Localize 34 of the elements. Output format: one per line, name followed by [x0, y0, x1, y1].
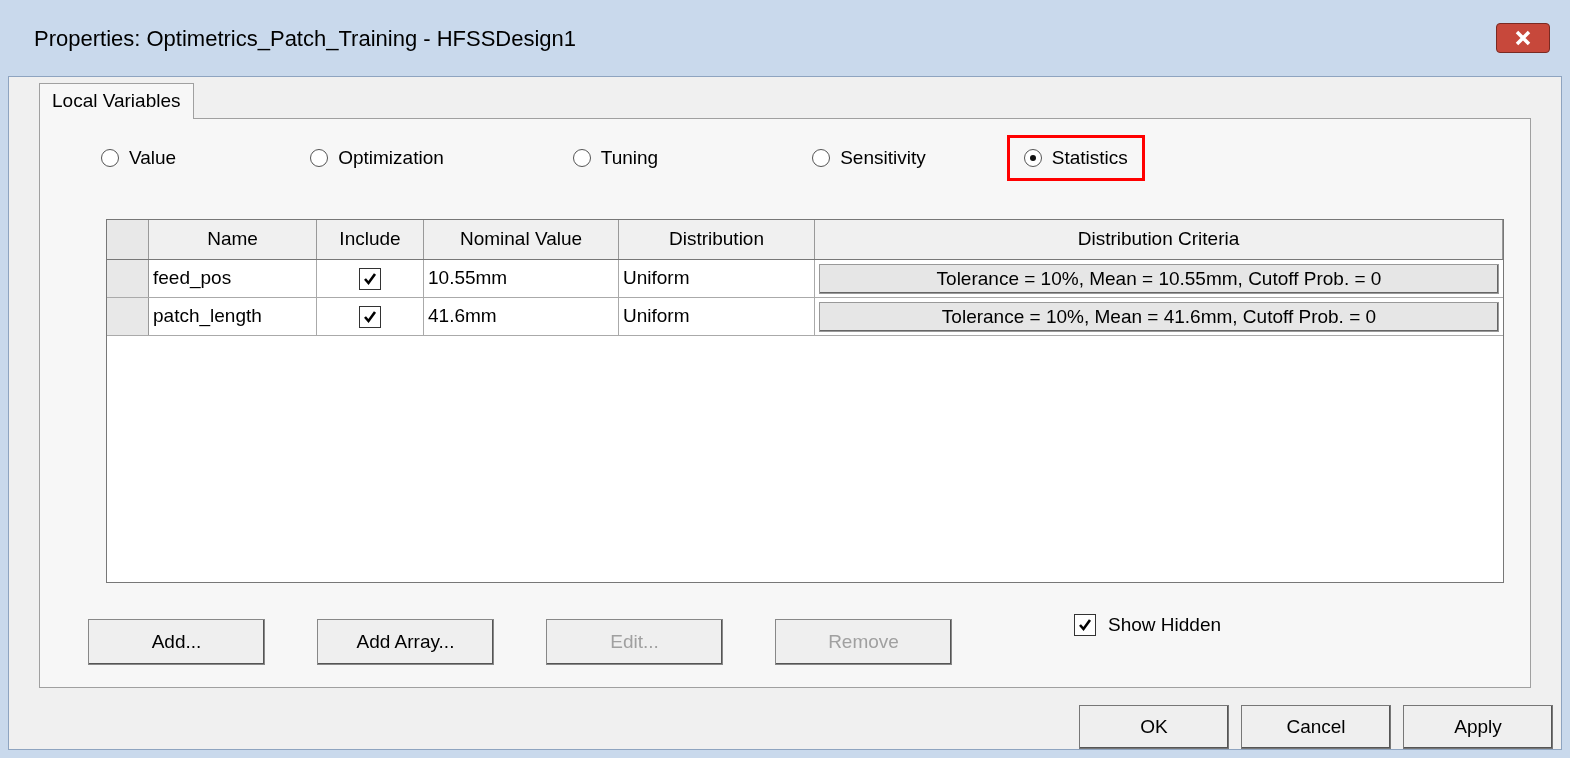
column-header: Distribution [619, 220, 815, 259]
table-cell: patch_length [149, 298, 317, 335]
table-cell: Uniform [619, 298, 815, 335]
dialog-button[interactable]: OK [1079, 705, 1229, 749]
window-title: Properties: Optimetrics_Patch_Training - HFSSDesign1 [34, 24, 577, 53]
close-button[interactable] [1496, 23, 1550, 53]
check-icon [1078, 618, 1092, 633]
check-icon [363, 309, 377, 324]
close-icon [1514, 30, 1532, 46]
radio-option[interactable]: Optimization [293, 134, 461, 182]
tab[interactable]: Local Variables [39, 83, 194, 119]
show-hidden-checkbox[interactable] [1074, 614, 1096, 637]
radio-option[interactable]: Tuning [555, 134, 676, 182]
table-cell: 10.55mm [424, 260, 619, 297]
action-button[interactable]: Add... [88, 619, 265, 665]
table-cell: 41.6mm [424, 298, 619, 335]
check-icon [363, 271, 377, 286]
column-header: Include [317, 220, 424, 259]
column-header: Nominal Value [424, 220, 619, 259]
radio-option[interactable]: Value [84, 134, 194, 182]
action-button[interactable]: Add Array... [317, 619, 494, 665]
checkbox[interactable] [359, 305, 381, 328]
table-cell: feed_pos [149, 260, 317, 297]
table-cell: Uniform [619, 260, 815, 297]
radio-option[interactable]: Statistics [1006, 134, 1145, 182]
checkbox[interactable] [359, 267, 381, 290]
dialog-button[interactable]: Apply [1403, 705, 1553, 749]
dialog-button[interactable]: Cancel [1241, 705, 1391, 749]
column-header: Distribution Criteria [815, 220, 1503, 259]
radio-option[interactable]: Sensitivity [795, 134, 943, 182]
checkbox-label: Show Hidden [1108, 613, 1222, 637]
column-header: Name [149, 220, 317, 259]
criteria-button[interactable]: Tolerance = 10%, Mean = 10.55mm, Cutoff Prob. = 0 [819, 263, 1499, 294]
criteria-button[interactable]: Tolerance = 10%, Mean = 41.6mm, Cutoff Prob. = 0 [819, 301, 1499, 332]
